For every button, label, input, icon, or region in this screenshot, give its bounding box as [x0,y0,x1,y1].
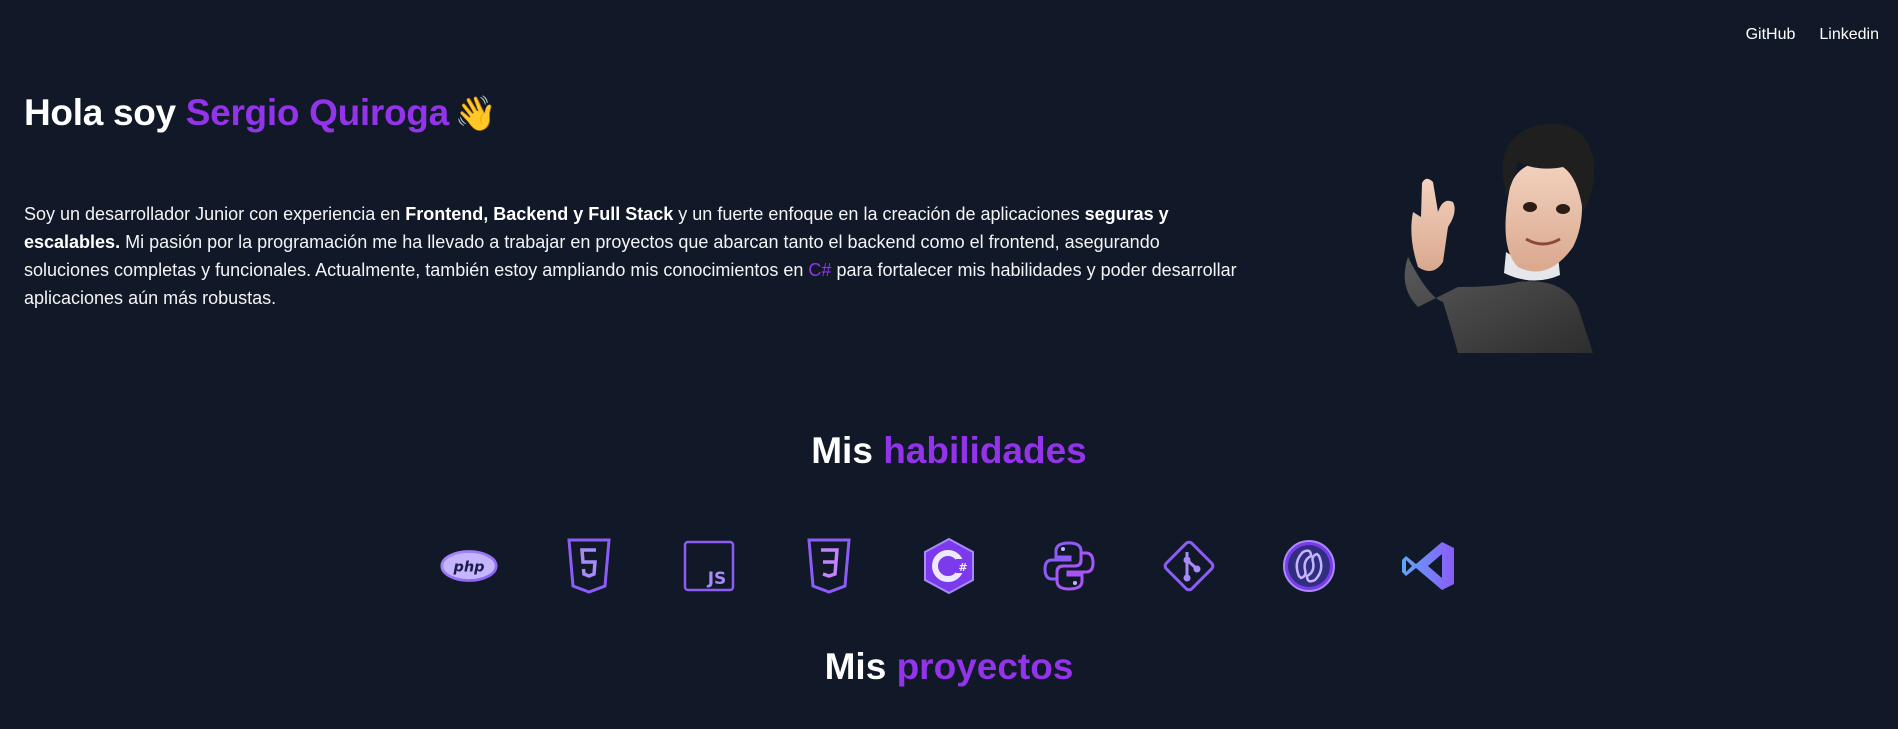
skills-title: Mis habilidades [0,430,1898,472]
skills-list: php JS # [440,537,1458,595]
git-icon [1160,537,1218,595]
vscode-icon [1400,537,1458,595]
projects-title-prefix: Mis [824,646,897,687]
python-icon [1040,537,1098,595]
hero-title: Hola soy Sergio Quiroga 👋 [24,92,497,134]
projects-title-accent: proyectos [896,646,1074,687]
waving-hand-icon: 👋 [454,94,497,134]
css3-icon [800,537,858,595]
intro-paragraph: Soy un desarrollador Junior con experien… [24,200,1249,312]
intro-text-2: y un fuerte enfoque en la creación de ap… [673,204,1085,224]
js-label: JS [707,569,727,589]
projects-title: Mis proyectos [0,646,1898,688]
skills-title-accent: habilidades [883,430,1087,471]
html5-icon [560,537,618,595]
linkedin-link[interactable]: Linkedin [1819,26,1879,44]
intro-text-1: Soy un desarrollador Junior con experien… [24,204,406,224]
top-nav: GitHub Linkedin [1746,26,1879,44]
github-link[interactable]: GitHub [1746,26,1796,44]
javascript-icon: JS [680,537,738,595]
skills-title-prefix: Mis [811,430,884,471]
intro-bold-1: Frontend, Backend y Full Stack [405,204,674,224]
memoji-avatar-icon [1404,123,1595,353]
svg-text:#: # [958,561,967,574]
hero-greeting: Hola soy [24,92,186,133]
mysql-icon [1280,537,1338,595]
csharp-icon: # [920,537,978,595]
php-label: php [452,559,484,575]
hero-name: Sergio Quiroga [185,92,449,133]
php-icon: php [440,537,498,595]
intro-accent-csharp: C# [808,260,832,280]
avatar [1388,117,1613,353]
